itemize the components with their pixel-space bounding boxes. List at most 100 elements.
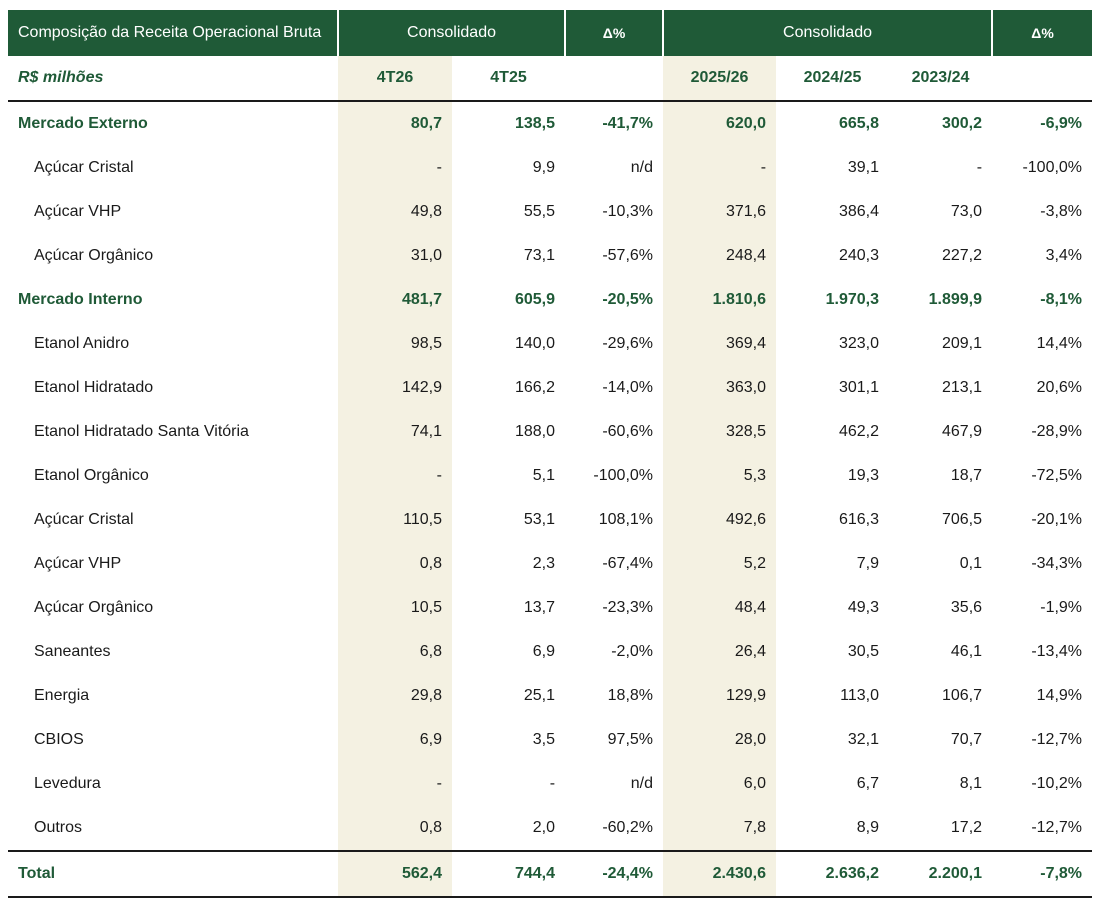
row-label: Açúcar Orgânico — [34, 599, 154, 616]
cell-delta-h: -3,8% — [1040, 203, 1083, 220]
cell-4t26: 110,5 — [338, 498, 452, 542]
cell-delta-q: 18,8% — [607, 687, 654, 704]
cell-2025-26: 5,3 — [663, 454, 777, 498]
cell-delta-h: -34,3% — [1031, 555, 1083, 572]
cell-2023-24: 0,1 — [959, 555, 983, 572]
row-label: Levedura — [34, 775, 101, 792]
total-4t26: 562,4 — [338, 850, 452, 898]
row-label: Etanol Hidratado Santa Vitória — [34, 423, 249, 440]
table-row: Açúcar Cristal 110,5 53,1 108,1% 492,6 616,3 7… — [8, 498, 1092, 542]
column-subheader-row: R$ milhões 4T26 4T25 2025/26 2024/25 202… — [8, 56, 1093, 102]
cell-2023-24: 209,1 — [941, 335, 983, 352]
cell-2024-25: 6,7 — [856, 775, 880, 792]
table-row: Energia 29,8 25,1 18,8% 129,9 113,0 106,7 14,9% — [8, 674, 1092, 718]
cell-4t25: 53,1 — [523, 511, 556, 528]
col-2025-26: 2025/26 — [663, 56, 777, 102]
table-row: Saneantes 6,8 6,9 -2,0% 26,4 30,5 46,1 -13,4% — [8, 630, 1092, 674]
cell-2024-25: 32,1 — [847, 731, 880, 748]
total-delta-h: -7,8% — [992, 850, 1093, 898]
col-delta-q — [565, 56, 664, 102]
total-2024-25: 2.636,2 — [776, 850, 890, 898]
cell-2024-25: 1.970,3 — [825, 291, 880, 308]
section-row: Mercado Externo 80,7 138,5 -41,7% 620,0 665,8… — [8, 101, 1092, 146]
cell-2023-24: - — [976, 159, 983, 176]
cell-delta-h: 14,4% — [1036, 335, 1083, 352]
cell-4t26: - — [338, 762, 452, 806]
table-row: CBIOS 6,9 3,5 97,5% 28,0 32,1 70,7 -12,7% — [8, 718, 1092, 762]
cell-4t26: 80,7 — [338, 101, 452, 146]
cell-2024-25: 19,3 — [847, 467, 880, 484]
table-row: Etanol Anidro 98,5 140,0 -29,6% 369,4 323,0 20… — [8, 322, 1092, 366]
cell-4t26: 74,1 — [338, 410, 452, 454]
cell-2023-24: 213,1 — [941, 379, 983, 396]
cell-2023-24: 106,7 — [941, 687, 983, 704]
cell-delta-h: 20,6% — [1036, 379, 1083, 396]
cell-4t26: 29,8 — [338, 674, 452, 718]
total-row: Total 562,4 744,4 -24,4% 2.430,6 2.636,2… — [8, 850, 1093, 898]
cell-2025-26: 371,6 — [663, 190, 777, 234]
row-label: CBIOS — [34, 731, 84, 748]
cell-4t26: 6,9 — [338, 718, 452, 762]
cell-2025-26: 26,4 — [663, 630, 777, 674]
cell-4t26: 49,8 — [338, 190, 452, 234]
cell-delta-h: -28,9% — [1031, 423, 1083, 440]
row-label: Etanol Anidro — [34, 335, 130, 352]
row-label: Açúcar Cristal — [34, 511, 134, 528]
cell-4t25: 188,0 — [514, 423, 556, 440]
cell-4t25: - — [549, 775, 556, 792]
cell-4t25: 5,1 — [532, 467, 556, 484]
cell-4t26: 0,8 — [338, 806, 452, 851]
cell-2024-25: 8,9 — [856, 819, 880, 836]
cell-2024-25: 113,0 — [840, 687, 880, 704]
cell-4t25: 25,1 — [523, 687, 556, 704]
cell-4t25: 138,5 — [514, 115, 556, 132]
cell-delta-q: n/d — [630, 159, 654, 176]
table-row: Etanol Hidratado 142,9 166,2 -14,0% 363,0 301… — [8, 366, 1092, 410]
cell-2025-26: 48,4 — [663, 586, 777, 630]
cell-2025-26: 5,2 — [663, 542, 777, 586]
cell-delta-q: -41,7% — [602, 115, 654, 132]
cell-delta-h: -13,4% — [1031, 643, 1083, 660]
col-2024-25: 2024/25 — [776, 56, 890, 102]
cell-4t25: 73,1 — [523, 247, 556, 264]
cell-2023-24: 17,2 — [950, 819, 983, 836]
table-row: Açúcar Orgânico 31,0 73,1 -57,6% 248,4 240,3 2… — [8, 234, 1092, 278]
total-label: Total — [8, 850, 338, 898]
cell-4t26: 142,9 — [338, 366, 452, 410]
col-delta-h — [992, 56, 1093, 102]
cell-delta-h: -12,7% — [1031, 731, 1083, 748]
table-row: Etanol Hidratado Santa Vitória 74,1 188,0 -… — [8, 410, 1092, 454]
cell-delta-q: -20,5% — [602, 291, 654, 308]
cell-4t26: 10,5 — [338, 586, 452, 630]
cell-4t25: 55,5 — [523, 203, 556, 220]
cell-delta-q: -100,0% — [593, 467, 654, 484]
cell-4t26: 481,7 — [338, 278, 452, 322]
cell-2024-25: 386,4 — [838, 203, 880, 220]
cell-4t26: - — [338, 454, 452, 498]
cell-delta-q: n/d — [630, 775, 654, 792]
cell-2023-24: 227,2 — [941, 247, 983, 264]
cell-delta-q: 108,1% — [598, 511, 654, 528]
table-row: Açúcar Cristal -9,9 n/d -39,1- -100,0% — [8, 146, 1092, 190]
cell-4t26: - — [338, 146, 452, 190]
table-row: Açúcar VHP 49,8 55,5 -10,3% 371,6 386,4 73,0 -3… — [8, 190, 1092, 234]
cell-4t26: 6,8 — [338, 630, 452, 674]
cell-2023-24: 8,1 — [959, 775, 983, 792]
cell-2023-24: 70,7 — [950, 731, 983, 748]
cell-2025-26: 6,0 — [663, 762, 777, 806]
cell-2025-26: 1.810,6 — [663, 278, 777, 322]
cell-delta-q: -23,3% — [602, 599, 654, 616]
cell-2024-25: 39,1 — [847, 159, 880, 176]
cell-delta-h: -100,0% — [1022, 159, 1083, 176]
row-label: Açúcar Cristal — [34, 159, 134, 176]
cell-2025-26: 369,4 — [663, 322, 777, 366]
col-4t25: 4T25 — [452, 56, 566, 102]
table-row: Açúcar Orgânico 10,5 13,7 -23,3% 48,4 49,3 35,… — [8, 586, 1092, 630]
cell-2023-24: 73,0 — [950, 203, 983, 220]
cell-delta-h: 3,4% — [1045, 247, 1083, 264]
cell-2025-26: 620,0 — [663, 101, 777, 146]
total-2023-24: 2.200,1 — [889, 850, 993, 898]
total-4t25: 744,4 — [452, 850, 566, 898]
units-label: R$ milhões — [8, 56, 338, 102]
col-4t26: 4T26 — [338, 56, 452, 102]
